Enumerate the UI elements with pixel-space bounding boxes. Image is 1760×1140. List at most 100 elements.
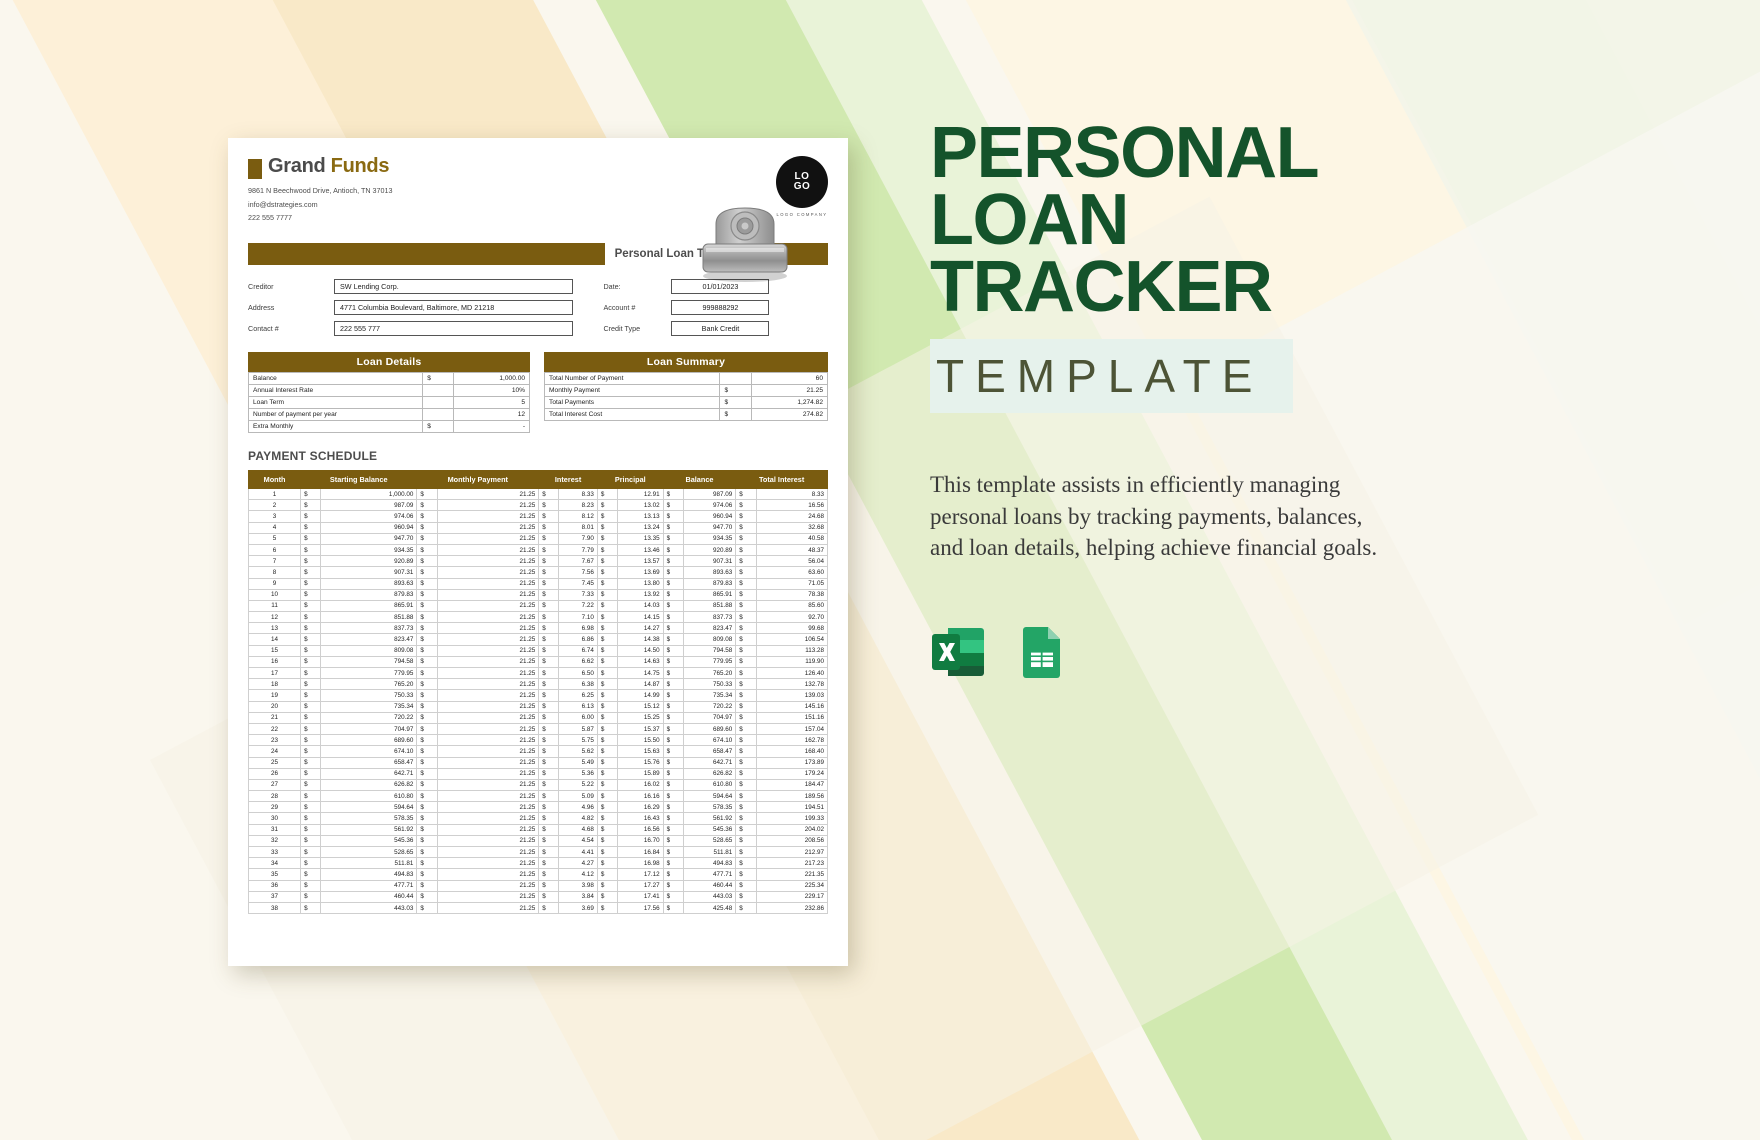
cell-value: 17.41 xyxy=(617,890,664,903)
cell-currency: $ xyxy=(596,756,619,769)
loan-details-table: Loan Details Balance $1,000.00 Annual Inte… xyxy=(247,352,531,434)
cell-month: 34 xyxy=(247,857,302,870)
cell-currency: $ xyxy=(662,857,684,870)
cell-currency: $ xyxy=(300,644,322,657)
company-address: 9861 N Beechwood Drive, Antioch, TN 3701… xyxy=(248,186,393,195)
cell-value: 545.36 xyxy=(320,834,418,848)
cell-value: 494.83 xyxy=(682,857,737,870)
cell-value: 460.44 xyxy=(682,879,737,892)
field-label: Credit Type xyxy=(603,324,641,334)
cell-month: 4 xyxy=(247,521,302,534)
cell-value: 987.09 xyxy=(320,499,418,512)
cell-value: 16.56 xyxy=(755,499,829,512)
cell-currency: $ xyxy=(416,499,438,512)
cell-currency: $ xyxy=(416,879,438,892)
loan-summary-title: Loan Summary xyxy=(544,352,828,373)
cell-value: 21.25 xyxy=(436,812,540,825)
cell-value: 8.01 xyxy=(558,521,598,534)
cell-value: 765.20 xyxy=(320,678,418,691)
row-currency xyxy=(422,396,455,410)
cell-month: 16 xyxy=(247,655,302,669)
cell-value: 658.47 xyxy=(682,745,737,758)
cell-currency: $ xyxy=(735,756,757,769)
cell-value: 21.25 xyxy=(436,521,540,534)
cell-currency: $ xyxy=(416,834,438,848)
cell-value: 15.12 xyxy=(617,700,664,713)
cell-month: 18 xyxy=(247,678,302,691)
cell-currency: $ xyxy=(596,689,619,702)
table-row: Total Number of Payment 60 xyxy=(544,372,829,386)
cell-currency: $ xyxy=(538,756,560,769)
cell-value: 7.90 xyxy=(558,532,598,545)
cell-currency: $ xyxy=(416,778,438,792)
cell-currency: $ xyxy=(735,510,757,523)
cell-currency: $ xyxy=(735,879,757,892)
cell-value: 17.27 xyxy=(617,879,664,892)
cell-value: 626.82 xyxy=(320,778,418,792)
table-row: 37 $460.44 $21.25 $3.84 $17.41 $443.03 $229.17 xyxy=(247,890,829,903)
cell-currency: $ xyxy=(300,801,322,814)
cell-currency: $ xyxy=(538,678,560,691)
field-input[interactable]: 4771 Columbia Boulevard, Baltimore, MD 2… xyxy=(334,300,574,316)
column-header: Principal xyxy=(596,470,664,490)
company-phone: 222 555 7777 xyxy=(248,213,292,223)
row-value: 1,274.82 xyxy=(750,396,829,410)
cell-currency: $ xyxy=(662,790,684,803)
cell-value: 21.25 xyxy=(436,846,540,859)
cell-value: 13.57 xyxy=(617,555,664,568)
cell-month: 15 xyxy=(247,644,302,657)
cell-currency: $ xyxy=(416,577,438,590)
cell-month: 1 xyxy=(247,488,302,501)
cell-currency: $ xyxy=(300,767,322,780)
google-sheets-icon[interactable] xyxy=(1014,624,1070,680)
cell-currency: $ xyxy=(416,555,438,568)
cell-value: 21.25 xyxy=(436,655,540,669)
cell-value: 594.64 xyxy=(320,801,418,814)
table-row: 5 $947.70 $21.25 $7.90 $13.35 $934.35 $40.58 xyxy=(247,532,829,545)
field-input[interactable]: SW Lending Corp. xyxy=(334,279,574,295)
cell-currency: $ xyxy=(538,801,560,814)
cell-currency: $ xyxy=(735,633,757,646)
cell-currency: $ xyxy=(300,555,322,568)
cell-value: 578.35 xyxy=(320,812,418,825)
row-label: Annual Interest Rate xyxy=(247,384,424,398)
table-row: 14 $823.47 $21.25 $6.86 $14.38 $809.08 $106.54 xyxy=(247,633,829,646)
cell-month: 21 xyxy=(247,711,302,724)
cell-value: 3.98 xyxy=(558,879,598,892)
cell-currency: $ xyxy=(735,689,757,702)
cell-month: 30 xyxy=(247,812,302,825)
cell-currency: $ xyxy=(596,678,619,691)
cell-value: 21.25 xyxy=(436,890,540,903)
cell-value: 689.60 xyxy=(320,734,418,747)
cell-month: 11 xyxy=(247,599,302,613)
table-row: 34 $511.81 $21.25 $4.27 $16.98 $494.83 $217.23 xyxy=(247,857,829,870)
cell-value: 5.49 xyxy=(558,756,598,769)
cell-value: 4.96 xyxy=(558,801,598,814)
cell-currency: $ xyxy=(300,834,322,848)
cell-value: 6.62 xyxy=(558,655,598,669)
row-currency: $ xyxy=(719,396,752,410)
cell-value: 6.00 xyxy=(558,711,598,724)
cell-currency: $ xyxy=(416,711,438,724)
column-header: Total Interest xyxy=(735,470,828,490)
cell-currency: $ xyxy=(596,868,619,881)
field-input[interactable]: Bank Credit xyxy=(671,321,770,337)
excel-icon[interactable] xyxy=(930,624,986,680)
table-row: 21 $720.22 $21.25 $6.00 $15.25 $704.97 $151.16 xyxy=(247,711,829,724)
cell-currency: $ xyxy=(735,611,757,624)
cell-currency: $ xyxy=(416,823,438,836)
field-input[interactable]: 222 555 777 xyxy=(334,321,574,337)
cell-month: 32 xyxy=(247,834,302,848)
cell-value: 642.71 xyxy=(320,767,418,780)
cell-currency: $ xyxy=(416,667,438,680)
cell-currency: $ xyxy=(300,611,322,624)
cell-currency: $ xyxy=(596,622,619,635)
cell-value: 139.03 xyxy=(755,689,829,702)
cell-currency: $ xyxy=(416,722,438,736)
field-input[interactable]: 999888292 xyxy=(671,300,770,316)
cell-value: 225.34 xyxy=(755,879,829,892)
cell-value: 13.02 xyxy=(617,499,664,512)
cell-value: 907.31 xyxy=(320,566,418,579)
field-label: Date: xyxy=(603,282,621,292)
cell-value: 21.25 xyxy=(436,834,540,848)
